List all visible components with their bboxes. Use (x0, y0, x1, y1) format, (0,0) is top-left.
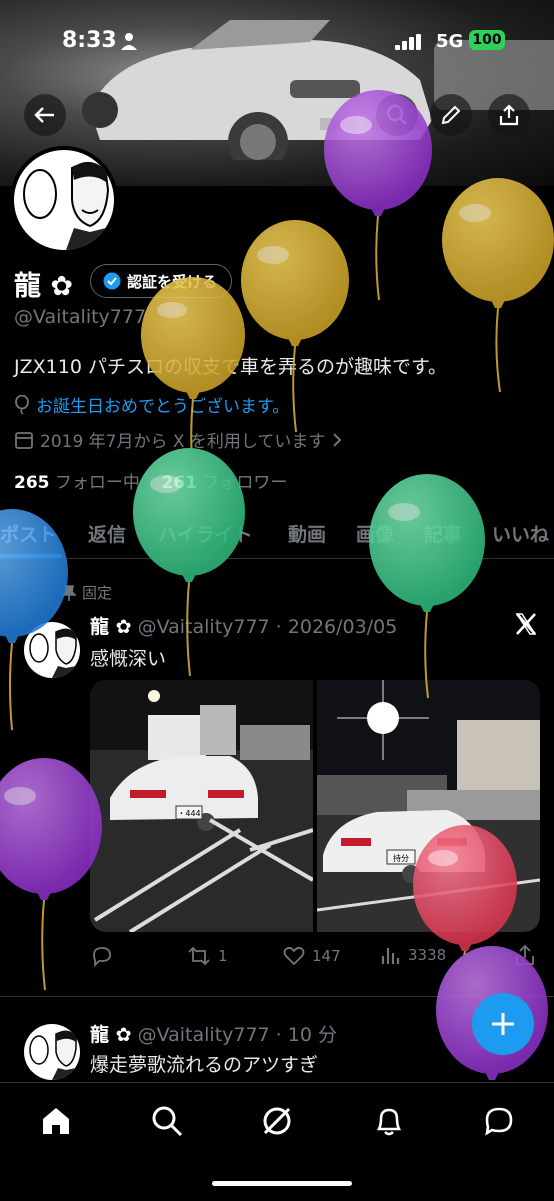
followers-link[interactable]: 261 フォロワー (162, 473, 288, 493)
messages-icon[interactable] (483, 1105, 515, 1137)
profile-name: 龍 ✿ (14, 271, 74, 302)
post-actions: 1 147 3338 (90, 944, 540, 974)
post-divider (0, 996, 554, 997)
balloon-icon (0, 758, 102, 991)
car-night-photo: ・444 (90, 680, 313, 932)
post-author-name[interactable]: 龍 ✿ (90, 1024, 132, 1046)
joined-text: 2019 年7月から X を利用しています (40, 432, 326, 452)
share-icon (499, 104, 519, 126)
balloon-icon (15, 394, 29, 415)
post-header: 龍 ✿ @Vaitality777 · 2026/03/05 (90, 612, 397, 639)
search-icon[interactable] (151, 1105, 183, 1137)
pinned-label-row: 固定 (62, 582, 112, 603)
pin-icon (62, 584, 76, 601)
share-post-button[interactable] (514, 944, 536, 966)
manga-avatar-image (23, 161, 114, 250)
views-chart-icon (381, 948, 400, 964)
tab-videos[interactable]: 動画 (288, 520, 326, 547)
bell-icon[interactable] (373, 1105, 405, 1137)
tab-posts[interactable]: ポスト (0, 520, 57, 547)
heart-icon (283, 946, 305, 966)
verified-badge-icon (103, 272, 121, 290)
birthday-text: お誕生日おめでとうございます。 (36, 397, 290, 417)
tab-likes[interactable]: いいね (492, 520, 549, 547)
views-button[interactable]: 3338 (380, 944, 446, 966)
post-text: 爆走夢歌流れるのアツすぎ (90, 1054, 319, 1076)
post-avatar[interactable] (24, 622, 80, 678)
active-tab-indicator (0, 554, 62, 558)
grok-icon[interactable] (261, 1105, 293, 1137)
network-type: 5G (436, 31, 464, 52)
post-handle-date: @Vaitality777 · 10 分 (137, 1024, 337, 1046)
pencil-icon (441, 105, 461, 125)
followers-label: フォロワー (202, 473, 288, 493)
balloon-icon (442, 178, 554, 393)
tab-articles[interactable]: 記事 (424, 520, 462, 547)
get-verified-button[interactable]: 認証を受ける (90, 264, 233, 298)
post-author-name[interactable]: 龍 ✿ (90, 616, 132, 638)
license-plate-text: 持分 (393, 853, 409, 863)
get-verified-label: 認証を受ける (127, 272, 218, 291)
tab-replies[interactable]: 返信 (88, 520, 126, 547)
repost-button[interactable]: 1 (186, 944, 228, 968)
status-bar: 8:33 5G 100 (0, 0, 554, 80)
pinned-label: 固定 (82, 584, 113, 602)
like-count: 147 (312, 947, 341, 965)
profile-bio: JZX110 パチスロの収支で車を弄るのが趣味です。 (14, 356, 448, 378)
home-indicator (212, 1181, 352, 1186)
post-avatar[interactable] (24, 1024, 80, 1080)
share-button[interactable] (488, 94, 530, 136)
reply-button[interactable] (90, 944, 120, 968)
compose-button[interactable] (472, 993, 534, 1055)
profile-avatar[interactable] (10, 146, 118, 254)
post-text: 感慨深い (90, 648, 167, 670)
x-logo-icon (515, 613, 537, 635)
views-count: 3338 (408, 946, 447, 964)
clock: 8:33 (62, 28, 117, 53)
tab-highlights[interactable]: ハイライト (158, 520, 253, 547)
birthday-row: お誕生日おめでとうございます。 (14, 392, 289, 417)
manga-avatar-image (29, 1030, 80, 1080)
tab-media[interactable]: 画像 (356, 520, 394, 547)
calendar-icon (15, 431, 33, 449)
profile-tabs: ポスト 返信 ハイライト 動画 画像 記事 いいね (0, 512, 554, 559)
back-arrow-icon (34, 107, 54, 123)
share-icon (516, 944, 534, 965)
battery-indicator: 100 (469, 30, 505, 50)
balloon-icon (369, 474, 485, 699)
repost-icon (188, 946, 210, 966)
back-button[interactable] (24, 94, 66, 136)
following-link[interactable]: 265 フォロー中 (14, 473, 140, 493)
edit-button[interactable] (430, 94, 472, 136)
reply-icon (93, 947, 111, 968)
post-photo-1[interactable]: ・444 (90, 680, 313, 932)
plus-icon (492, 1013, 514, 1035)
profile-handle: @Vaitality777 (14, 306, 147, 328)
following-count: 265 (14, 473, 50, 493)
search-icon (386, 104, 407, 125)
chevron-right-icon (333, 432, 342, 447)
person-icon (121, 33, 137, 50)
joined-row[interactable]: 2019 年7月から X を利用しています (14, 427, 343, 452)
home-icon[interactable] (40, 1105, 72, 1137)
search-button[interactable] (376, 94, 418, 136)
car-night-photo: 持分 (317, 680, 540, 932)
license-plate-text: ・444 (177, 809, 200, 818)
follow-stats: 265 フォロー中 261 フォロワー (14, 468, 287, 493)
followers-count: 261 (161, 473, 198, 493)
post-photo-2[interactable]: 持分 (317, 680, 540, 932)
post-handle-date: @Vaitality777 · 2026/03/05 (137, 616, 398, 638)
post-header: 龍 ✿ @Vaitality777 · 10 分 (90, 1020, 337, 1047)
manga-avatar-image (29, 628, 80, 678)
following-label: フォロー中 (54, 473, 140, 493)
repost-count: 1 (218, 947, 228, 965)
like-button[interactable]: 147 (282, 944, 341, 968)
signal-icon (395, 34, 421, 50)
